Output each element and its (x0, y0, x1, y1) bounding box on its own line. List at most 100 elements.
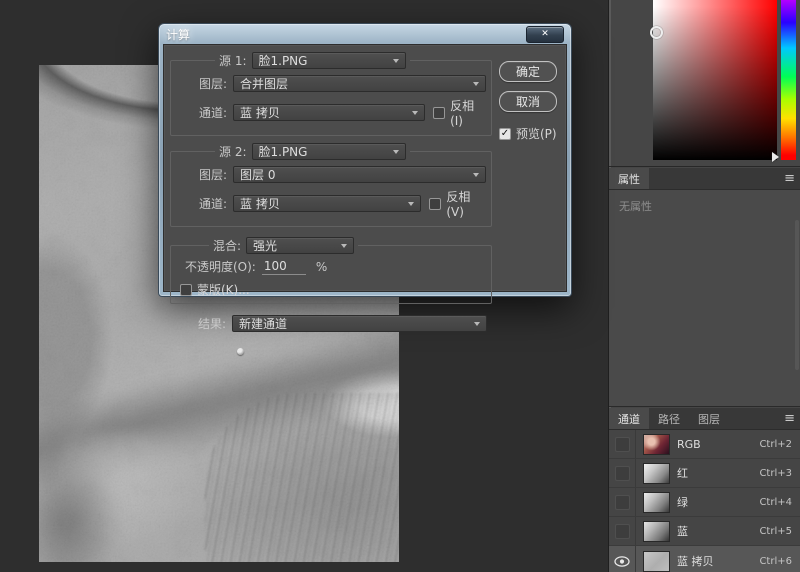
channel-shortcut: Ctrl+5 (759, 525, 792, 537)
source2-label: 源 2: (219, 145, 247, 159)
channel-thumbnail[interactable] (643, 433, 670, 455)
source1-layer-value: 合并图层 (240, 77, 289, 91)
visibility-toggle[interactable] (609, 430, 636, 458)
channel-shortcut: Ctrl+6 (759, 555, 792, 567)
source2-layer-value: 图层 0 (240, 168, 276, 182)
source2-layer-label: 图层: (198, 168, 227, 182)
source1-group: 源 1: 脸1.PNG 图层: 合并图层 通道: 蓝 拷贝 反相(I) (170, 52, 492, 136)
tab-paths[interactable]: 路径 (649, 408, 689, 429)
calculations-dialog: 计算 ✕ 源 1: 脸1.PNG 图层: 合并图层 通道: 蓝 拷贝 反相(I)… (158, 23, 572, 332)
visibility-toggle[interactable] (609, 546, 636, 572)
properties-scrollbar[interactable] (795, 220, 799, 370)
source2-invert-checkbox[interactable] (429, 197, 442, 210)
panel-menu-icon[interactable]: ≡ (784, 412, 795, 425)
channel-name: RGB (677, 437, 701, 451)
channel-name: 红 (677, 467, 688, 480)
source2-invert-label: 反相(V) (446, 190, 471, 219)
blend-label: 混合: (213, 239, 242, 253)
source1-file-value: 脸1.PNG (258, 54, 308, 68)
ok-button[interactable]: 确定 (499, 61, 557, 82)
chevron-down-icon (473, 81, 479, 86)
channels-tabbar: 通道 路径 图层 ≡ (609, 408, 800, 430)
channel-row-blue[interactable]: 蓝 Ctrl+5 (609, 517, 800, 546)
color-sample-cursor[interactable] (650, 26, 663, 39)
hue-slider-marker-icon[interactable] (772, 152, 779, 162)
source2-file-dropdown[interactable]: 脸1.PNG (251, 143, 406, 160)
source1-channel-dropdown[interactable]: 蓝 拷贝 (233, 104, 426, 121)
channel-shortcut: Ctrl+3 (759, 467, 792, 479)
properties-tabbar: 属性 ≡ (609, 168, 800, 190)
opacity-label: 不透明度(O): (185, 260, 256, 274)
opacity-input[interactable] (261, 258, 306, 275)
close-icon[interactable]: ✕ (526, 25, 564, 43)
channel-thumbnail[interactable] (643, 550, 670, 572)
source2-channel-dropdown[interactable]: 蓝 拷贝 (233, 195, 422, 212)
chevron-down-icon (474, 321, 480, 326)
channel-shortcut: Ctrl+2 (759, 438, 792, 450)
dialog-actions: 确定 取消 ✓ 预览(P) (497, 61, 559, 142)
source1-channel-value: 蓝 拷贝 (240, 106, 280, 120)
channel-thumbnail[interactable] (643, 462, 670, 484)
color-picker-panel (609, 0, 800, 167)
visibility-toggle[interactable] (609, 517, 636, 545)
channel-name: 蓝 拷贝 (677, 555, 714, 568)
chevron-down-icon (412, 110, 419, 115)
channel-name: 绿 (677, 496, 688, 509)
no-properties-text: 无属性 (619, 200, 652, 213)
chevron-down-icon (408, 201, 415, 206)
eye-well (614, 465, 630, 481)
channel-row-red[interactable]: 红 Ctrl+3 (609, 459, 800, 488)
panel-column: 属性 ≡ 无属性 通道 路径 图层 ≡ RGB Ctrl+2 红 Ctrl+3 … (608, 0, 800, 572)
mask-label: 蒙版(K)... (197, 283, 250, 297)
properties-content: 无属性 (609, 190, 800, 407)
blend-mode-dropdown[interactable]: 强光 (246, 237, 355, 254)
source1-layer-dropdown[interactable]: 合并图层 (233, 75, 486, 92)
source2-group: 源 2: 脸1.PNG 图层: 图层 0 通道: 蓝 拷贝 反相(V) (170, 143, 492, 227)
channel-row-blue-copy[interactable]: 蓝 拷贝 Ctrl+6 (609, 546, 800, 572)
visibility-toggle[interactable] (609, 459, 636, 487)
eye-icon (614, 555, 630, 567)
eye-well (614, 523, 630, 539)
channel-shortcut: Ctrl+4 (759, 496, 792, 508)
hue-slider[interactable] (781, 0, 796, 160)
dialog-title: 计算 (166, 27, 191, 42)
channel-name: 蓝 (677, 525, 688, 538)
preview-label: 预览(P) (516, 127, 557, 141)
dialog-titlebar[interactable]: 计算 ✕ (159, 24, 571, 44)
saturation-brightness-field[interactable] (650, 0, 777, 160)
source2-channel-value: 蓝 拷贝 (240, 197, 280, 211)
channel-row-green[interactable]: 绿 Ctrl+4 (609, 488, 800, 517)
eye-well (614, 436, 630, 452)
chevron-down-icon (392, 149, 399, 154)
source1-file-dropdown[interactable]: 脸1.PNG (251, 52, 406, 69)
opacity-unit: % (315, 259, 328, 274)
chevron-down-icon (473, 172, 479, 177)
cancel-button[interactable]: 取消 (499, 91, 557, 112)
source1-label: 源 1: (219, 54, 247, 68)
dialog-body: 源 1: 脸1.PNG 图层: 合并图层 通道: 蓝 拷贝 反相(I) 源 2:… (163, 44, 567, 332)
result-dropdown[interactable]: 新建通道 (232, 315, 487, 332)
channel-thumbnail[interactable] (643, 491, 670, 513)
channel-row-rgb[interactable]: RGB Ctrl+2 (609, 430, 800, 459)
chevron-down-icon (392, 58, 399, 63)
result-value: 新建通道 (239, 317, 288, 331)
preview-checkbox[interactable]: ✓ (499, 127, 511, 140)
channel-list: RGB Ctrl+2 红 Ctrl+3 绿 Ctrl+4 蓝 Ctrl+5 蓝 … (609, 430, 800, 572)
mask-checkbox[interactable] (180, 283, 192, 296)
source1-invert-checkbox[interactable] (433, 106, 446, 119)
source1-channel-label: 通道: (198, 106, 227, 120)
source1-layer-label: 图层: (198, 77, 227, 91)
channel-thumbnail[interactable] (643, 520, 670, 542)
photoshop-workspace: 属性 ≡ 无属性 通道 路径 图层 ≡ RGB Ctrl+2 红 Ctrl+3 … (0, 0, 800, 572)
tab-layers[interactable]: 图层 (689, 408, 729, 429)
blending-group: 混合: 强光 不透明度(O): % 蒙版(K)... (170, 237, 492, 304)
properties-panel: 属性 ≡ 无属性 (609, 168, 800, 407)
visibility-toggle[interactable] (609, 488, 636, 516)
channels-panel: 通道 路径 图层 ≡ RGB Ctrl+2 红 Ctrl+3 绿 Ctrl+4 … (609, 408, 800, 572)
chevron-down-icon (341, 243, 348, 248)
tab-properties[interactable]: 属性 (609, 168, 649, 189)
tab-channels[interactable]: 通道 (609, 408, 649, 429)
source2-layer-dropdown[interactable]: 图层 0 (233, 166, 486, 183)
eye-well (614, 494, 630, 510)
panel-menu-icon[interactable]: ≡ (784, 172, 795, 185)
